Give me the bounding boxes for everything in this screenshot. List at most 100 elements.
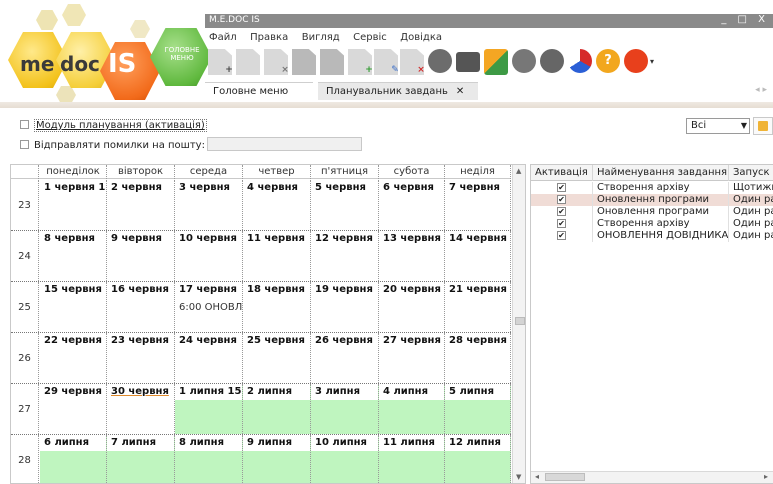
task-active-checkbox[interactable]: ✔: [557, 195, 566, 204]
scroll-right-icon[interactable]: ▸: [764, 472, 768, 481]
day-cell[interactable]: 29 червня: [40, 384, 107, 434]
new-doc-icon[interactable]: +: [208, 49, 232, 75]
day-cell[interactable]: 7 червня: [445, 180, 511, 230]
day-cell[interactable]: 17 червня 6:00 ОНОВЛ: [175, 282, 243, 332]
day-cell[interactable]: 21 червня: [445, 282, 511, 332]
chevron-down-icon[interactable]: ▾: [650, 49, 658, 75]
activation-label[interactable]: Модуль планування (активація): [34, 119, 207, 132]
day-cell[interactable]: 10 липня: [311, 435, 379, 483]
day-cell[interactable]: 22 червня: [40, 333, 107, 383]
task-active-checkbox[interactable]: ✔: [557, 183, 566, 192]
day-cell[interactable]: 6 липня: [40, 435, 107, 483]
day-cell[interactable]: 6 червня: [379, 180, 445, 230]
day-cell[interactable]: 13 червня: [379, 231, 445, 281]
day-cell[interactable]: 3 липня: [311, 384, 379, 434]
day-cell[interactable]: 14 червня: [445, 231, 511, 281]
close-icon[interactable]: ✕: [456, 86, 464, 97]
day-cell[interactable]: 24 червня: [175, 333, 243, 383]
task-active-checkbox[interactable]: ✔: [557, 219, 566, 228]
day-cell[interactable]: 27 червня: [379, 333, 445, 383]
send-icon[interactable]: [484, 49, 508, 75]
day-cell[interactable]: 2 липня: [243, 384, 311, 434]
paste-doc-icon[interactable]: [320, 49, 344, 75]
day-cell[interactable]: 12 липня: [445, 435, 511, 483]
tab-task-planner[interactable]: Планувальник завдань ✕: [318, 82, 478, 100]
task-row[interactable]: ✔ ОНОВЛЕННЯ ДОВІДНИКА ... Один ра: [531, 230, 773, 242]
email-field[interactable]: [207, 137, 362, 151]
print-icon[interactable]: [456, 52, 480, 72]
day-cell[interactable]: 10 червня: [175, 231, 243, 281]
menu-edit[interactable]: Правка: [250, 32, 288, 43]
day-cell[interactable]: 12 червня: [311, 231, 379, 281]
update-icon[interactable]: [568, 49, 592, 73]
email-errors-option[interactable]: Відправляти помилки на пошту:: [20, 140, 205, 151]
day-cell[interactable]: 7 липня: [107, 435, 175, 483]
task-table-scrollbar[interactable]: ◂ ▸: [531, 471, 773, 483]
day-cell[interactable]: 8 червня: [40, 231, 107, 281]
day-cell[interactable]: 4 липня: [379, 384, 445, 434]
day-cell[interactable]: 26 червня: [311, 333, 379, 383]
window-controls[interactable]: _ □ X: [721, 14, 769, 25]
day-cell[interactable]: 5 липня: [445, 384, 511, 434]
scroll-left-icon[interactable]: ◂: [535, 472, 539, 481]
calendar-event[interactable]: 6:00 ОНОВЛ: [179, 302, 242, 313]
day-cell[interactable]: 8 липня: [175, 435, 243, 483]
day-cell[interactable]: 1 червня 15: [40, 180, 107, 230]
menu-view[interactable]: Вигляд: [302, 32, 340, 43]
task-row[interactable]: ✔ Оновлення програми Один ра: [531, 206, 773, 218]
settings-icon[interactable]: [512, 49, 536, 73]
calendar-scrollbar[interactable]: ▲ ▼: [512, 165, 525, 483]
day-cell[interactable]: 28 червня: [445, 333, 511, 383]
shield-icon[interactable]: [540, 49, 564, 73]
task-row[interactable]: ✔ Створення архіву Один ра: [531, 218, 773, 230]
remove-row-icon[interactable]: ×: [400, 49, 424, 75]
open-folder-button[interactable]: [753, 117, 773, 135]
day-cell[interactable]: 20 червня: [379, 282, 445, 332]
scroll-up-icon[interactable]: ▲: [516, 167, 521, 175]
scroll-thumb[interactable]: [545, 473, 585, 481]
menu-file[interactable]: Файл: [209, 32, 237, 43]
edit-row-icon[interactable]: ✎: [374, 49, 398, 75]
day-cell[interactable]: 4 червня: [243, 180, 311, 230]
tab-main-menu[interactable]: Головне меню: [205, 82, 313, 100]
day-cell[interactable]: 19 червня: [311, 282, 379, 332]
day-cell[interactable]: 25 червня: [243, 333, 311, 383]
chevron-down-icon[interactable]: ▼: [741, 119, 747, 133]
day-cell[interactable]: 11 червня: [243, 231, 311, 281]
copy-doc-icon[interactable]: [292, 49, 316, 75]
email-errors-checkbox[interactable]: [20, 140, 29, 149]
task-row[interactable]: ✔ Оновлення програми Один ра: [531, 194, 773, 206]
task-column-header[interactable]: Запуск з: [729, 165, 773, 181]
day-cell[interactable]: 15 червня: [40, 282, 107, 332]
scroll-thumb[interactable]: [515, 317, 525, 325]
day-cell[interactable]: 2 червня: [107, 180, 175, 230]
day-cell[interactable]: 11 липня: [379, 435, 445, 483]
chat-icon[interactable]: [624, 49, 648, 73]
tab-scroll-arrows-icon[interactable]: ◂ ▸: [755, 85, 767, 95]
help-icon[interactable]: ?: [596, 49, 620, 73]
task-column-header[interactable]: Найменування завдання: [593, 165, 729, 181]
day-cell[interactable]: 3 червня: [175, 180, 243, 230]
menu-help[interactable]: Довідка: [400, 32, 442, 43]
task-column-header[interactable]: Активація: [531, 165, 593, 181]
day-cell[interactable]: 16 червня: [107, 282, 175, 332]
day-cell[interactable]: 5 червня: [311, 180, 379, 230]
day-cell[interactable]: 23 червня: [107, 333, 175, 383]
day-cell[interactable]: 30 червня: [107, 384, 175, 434]
task-active-checkbox[interactable]: ✔: [557, 207, 566, 216]
day-cell[interactable]: 1 липня 15 р.: [175, 384, 243, 434]
day-cell[interactable]: 9 липня: [243, 435, 311, 483]
main-menu-tile-label[interactable]: ГОЛОВНЕ МЕНЮ: [160, 46, 204, 62]
day-cell[interactable]: 18 червня: [243, 282, 311, 332]
scroll-down-icon[interactable]: ▼: [516, 473, 521, 481]
archive-icon[interactable]: [428, 49, 452, 73]
open-doc-icon[interactable]: [236, 49, 260, 75]
activation-checkbox[interactable]: [20, 120, 29, 129]
task-active-checkbox[interactable]: ✔: [557, 231, 566, 240]
delete-doc-icon[interactable]: ×: [264, 49, 288, 75]
day-cell[interactable]: 9 червня: [107, 231, 175, 281]
menu-service[interactable]: Сервіс: [353, 32, 387, 43]
task-filter-select[interactable]: Всі ▼: [686, 118, 750, 134]
activation-option[interactable]: Модуль планування (активація): [20, 119, 207, 132]
add-row-icon[interactable]: +: [348, 49, 372, 75]
